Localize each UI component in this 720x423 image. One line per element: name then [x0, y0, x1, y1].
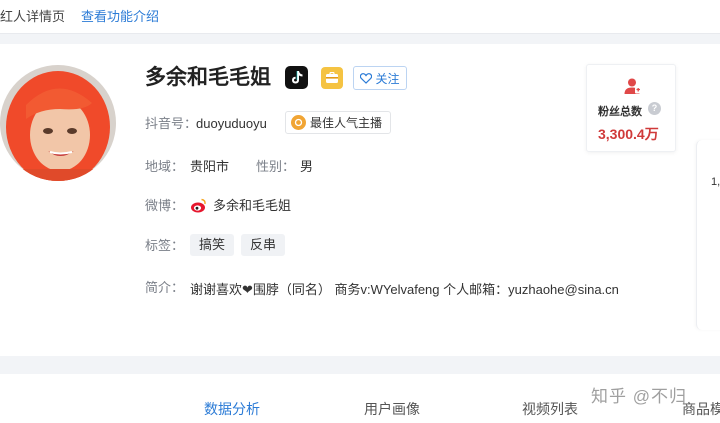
tab-video-list[interactable]: 视频列表 — [522, 400, 578, 418]
douyin-id: duoyuduoyu — [196, 116, 267, 131]
fans-user-icon — [624, 78, 641, 94]
tag-item[interactable]: 搞笑 — [190, 234, 235, 256]
shop-icon[interactable] — [321, 67, 343, 89]
medal-icon — [291, 115, 306, 130]
follow-label: 关注 — [375, 71, 400, 86]
weibo-icon — [191, 198, 206, 213]
follow-button[interactable]: 关注 — [353, 66, 407, 90]
gender-label: 性别： — [256, 159, 296, 174]
tab-user-profile[interactable]: 用户画像 — [364, 400, 420, 418]
top-bar: 红人详情页 查看功能介绍 — [0, 0, 720, 34]
heart-icon — [360, 72, 373, 84]
help-icon[interactable]: ? — [648, 102, 661, 115]
avatar — [0, 65, 116, 181]
popularity-badge: 最佳人气主播 — [285, 111, 392, 134]
feature-intro-link[interactable]: 查看功能介绍 — [81, 9, 159, 25]
profile-name: 多余和毛毛姐 — [145, 66, 271, 89]
side-panel-value: 1, — [711, 176, 720, 188]
tab-products[interactable]: 商品模 — [682, 400, 720, 418]
bio-label: 简介： — [145, 280, 185, 295]
tags-label: 标签： — [145, 238, 185, 253]
region-value: 贵阳市 — [190, 159, 230, 174]
breadcrumb-current: 红人详情页 — [0, 9, 66, 24]
region-label: 地域： — [145, 159, 185, 174]
gender-value: 男 — [300, 159, 314, 174]
bio-text: 谢谢喜欢❤围脖（同名） 商务v:WYelvafeng 个人邮箱：yuzhaohe… — [190, 282, 619, 297]
weibo-label: 微博： — [145, 198, 185, 213]
tag-item[interactable]: 反串 — [241, 234, 286, 256]
tab-data-analysis[interactable]: 数据分析 — [204, 400, 260, 418]
watermark: 知乎 @不归 — [591, 387, 687, 406]
douyin-id-label: 抖音号： — [145, 116, 198, 131]
fans-value: 3,300.4万 — [598, 126, 659, 142]
weibo-name-link[interactable]: 多余和毛毛姐 — [213, 198, 291, 214]
side-panel — [696, 140, 720, 330]
fans-label: 粉丝总数 — [598, 106, 642, 118]
badge-label: 最佳人气主播 — [310, 116, 383, 130]
tiktok-logo-icon — [285, 66, 308, 89]
